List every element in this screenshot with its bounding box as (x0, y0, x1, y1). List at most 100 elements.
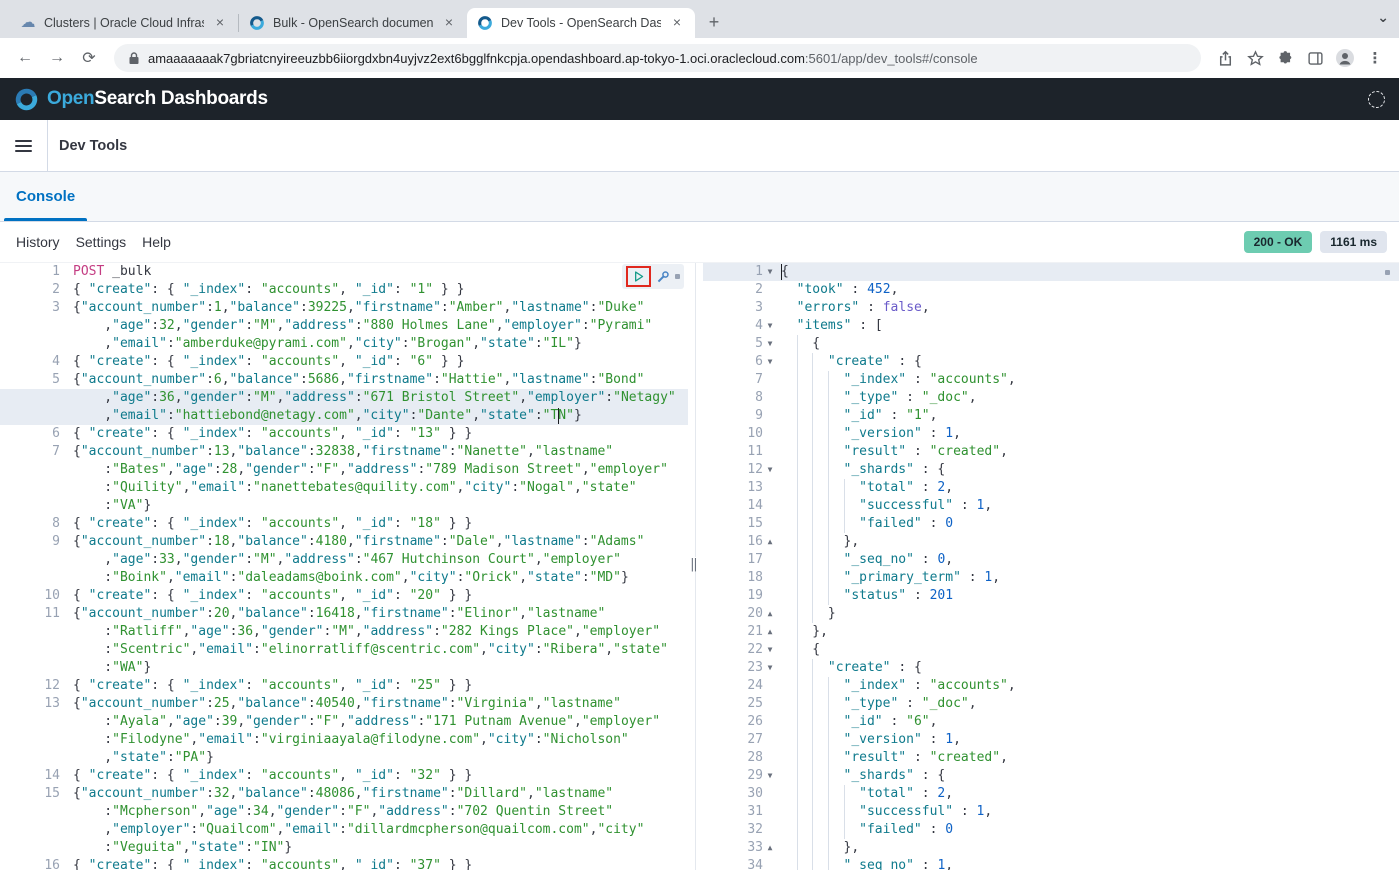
code-line[interactable]: :"Ayala","age":39,"gender":"F","address"… (0, 713, 688, 731)
code-line[interactable]: 7{"account_number":13,"balance":32838,"f… (0, 443, 688, 461)
code-line[interactable]: 10"_version" : 1, (703, 425, 1399, 443)
tenant-globe-icon[interactable] (1368, 91, 1385, 108)
request-editor[interactable]: 1POST _bulk2{ "create": { "_index": "acc… (0, 263, 688, 870)
code-line[interactable]: ,"employer":"Quailcom","email":"dillardm… (0, 821, 688, 839)
code-line[interactable]: 16{ "create": { "_index": "accounts", "_… (0, 857, 688, 870)
code-line[interactable]: 6▼"create" : { (703, 353, 1399, 371)
code-line[interactable]: 6{ "create": { "_index": "accounts", "_i… (0, 425, 688, 443)
code-line[interactable]: 34"_seq_no" : 1, (703, 857, 1399, 870)
fold-toggle-icon[interactable]: ▲ (763, 839, 777, 857)
code-line[interactable]: :"Quility","email":"nanettebates@quility… (0, 479, 688, 497)
back-icon[interactable]: ← (12, 45, 38, 71)
fold-toggle-icon[interactable]: ▼ (763, 767, 777, 785)
code-line[interactable]: :"Mcpherson","age":34,"gender":"F","addr… (0, 803, 688, 821)
code-line[interactable]: 22▼{ (703, 641, 1399, 659)
new-tab-button[interactable]: + (701, 9, 727, 35)
code-line[interactable]: :"Ratliff","age":36,"gender":"M","addres… (0, 623, 688, 641)
code-line[interactable]: 24"_index" : "accounts", (703, 677, 1399, 695)
response-editor[interactable]: 1▼{2"took" : 452,3"errors" : false,4▼"it… (703, 263, 1399, 870)
code-line[interactable]: 21▲}, (703, 623, 1399, 641)
fold-toggle-icon[interactable]: ▼ (763, 317, 777, 335)
code-line[interactable]: :"WA"} (0, 659, 688, 677)
code-line[interactable]: 23▼"create" : { (703, 659, 1399, 677)
fold-toggle-icon[interactable]: ▼ (763, 353, 777, 371)
profile-avatar[interactable] (1333, 46, 1357, 70)
code-line[interactable]: 33▲}, (703, 839, 1399, 857)
nav-menu-button[interactable] (0, 120, 47, 171)
code-line[interactable]: :"Boink","email":"daleadams@boink.com","… (0, 569, 688, 587)
code-line[interactable]: 8"_type" : "_doc", (703, 389, 1399, 407)
code-line[interactable]: 5▼{ (703, 335, 1399, 353)
code-line[interactable]: 16▲}, (703, 533, 1399, 551)
code-line[interactable]: 2"took" : 452, (703, 281, 1399, 299)
code-line[interactable]: 7"_index" : "accounts", (703, 371, 1399, 389)
fold-toggle-icon[interactable]: ▲ (763, 605, 777, 623)
code-line[interactable]: 15"failed" : 0 (703, 515, 1399, 533)
code-line[interactable]: 13"total" : 2, (703, 479, 1399, 497)
close-icon[interactable]: × (441, 15, 457, 31)
panel-splitter[interactable]: ‖ (688, 263, 703, 870)
browser-tab-dev-tools[interactable]: Dev Tools - OpenSearch Dashb × (467, 8, 695, 38)
send-request-button[interactable] (632, 270, 645, 283)
code-line[interactable]: 12{ "create": { "_index": "accounts", "_… (0, 677, 688, 695)
code-line[interactable]: 1POST _bulk (0, 263, 688, 281)
code-line[interactable]: 12▼"_shards" : { (703, 461, 1399, 479)
code-line[interactable]: 9{"account_number":18,"balance":4180,"fi… (0, 533, 688, 551)
code-line[interactable]: 31"successful" : 1, (703, 803, 1399, 821)
code-line[interactable]: 4▼"items" : [ (703, 317, 1399, 335)
code-line[interactable]: 10{ "create": { "_index": "accounts", "_… (0, 587, 688, 605)
code-line[interactable]: ,"email":"amberduke@pyrami.com","city":"… (0, 335, 688, 353)
opensearch-logo[interactable]: OpenSearch Dashboards (14, 87, 268, 112)
kebab-menu-icon[interactable]: ⋮ (1363, 46, 1387, 70)
tab-console[interactable]: Console (16, 172, 75, 221)
code-line[interactable]: 8{ "create": { "_index": "accounts", "_i… (0, 515, 688, 533)
code-line[interactable]: :"Filodyne","email":"virginiaayala@filod… (0, 731, 688, 749)
code-line[interactable]: ,"age":32,"gender":"M","address":"880 Ho… (0, 317, 688, 335)
code-line[interactable]: 30"total" : 2, (703, 785, 1399, 803)
code-line[interactable]: 19"status" : 201 (703, 587, 1399, 605)
forward-icon[interactable]: → (44, 45, 70, 71)
code-line[interactable]: ,"age":36,"gender":"M","address":"671 Br… (0, 389, 688, 407)
fold-toggle-icon[interactable]: ▼ (763, 461, 777, 479)
fold-toggle-icon[interactable]: ▼ (763, 335, 777, 353)
code-line[interactable]: 17"_seq_no" : 0, (703, 551, 1399, 569)
browser-tab-clusters[interactable]: ☁ Clusters | Oracle Cloud Infrastr × (10, 8, 238, 38)
code-line[interactable]: ,"age":33,"gender":"M","address":"467 Hu… (0, 551, 688, 569)
code-line[interactable]: 14"successful" : 1, (703, 497, 1399, 515)
code-line[interactable]: 28"result" : "created", (703, 749, 1399, 767)
splitter-handle-icon[interactable]: ‖ (690, 557, 698, 572)
menu-help[interactable]: Help (142, 234, 171, 250)
code-line[interactable]: 11{"account_number":20,"balance":16418,"… (0, 605, 688, 623)
code-line[interactable]: 2{ "create": { "_index": "accounts", "_i… (0, 281, 688, 299)
extensions-puzzle-icon[interactable] (1273, 46, 1297, 70)
code-line[interactable]: 3{"account_number":1,"balance":39225,"fi… (0, 299, 688, 317)
close-icon[interactable]: × (669, 15, 685, 31)
code-line[interactable]: 15{"account_number":32,"balance":48086,"… (0, 785, 688, 803)
bookmark-star-icon[interactable] (1243, 46, 1267, 70)
fold-toggle-icon[interactable]: ▲ (763, 533, 777, 551)
chevron-down-icon[interactable]: ⌄ (1377, 9, 1389, 26)
menu-settings[interactable]: Settings (76, 234, 127, 250)
fold-toggle-icon[interactable]: ▼ (763, 659, 777, 677)
menu-history[interactable]: History (16, 234, 60, 250)
code-line[interactable]: :"Scentric","email":"elinorratliff@scent… (0, 641, 688, 659)
code-line[interactable]: 32"failed" : 0 (703, 821, 1399, 839)
browser-tab-bulk-docs[interactable]: Bulk - OpenSearch documenta × (239, 8, 467, 38)
code-line[interactable]: :"Bates","age":28,"gender":"F","address"… (0, 461, 688, 479)
share-icon[interactable] (1213, 46, 1237, 70)
code-line[interactable]: 27"_version" : 1, (703, 731, 1399, 749)
code-line[interactable]: 18"_primary_term" : 1, (703, 569, 1399, 587)
code-line[interactable]: ,"email":"hattiebond@netagy.com","city":… (0, 407, 688, 425)
editor-options-icon[interactable] (1385, 270, 1390, 275)
code-line[interactable]: 1▼{ (703, 263, 1399, 281)
code-line[interactable]: 14{ "create": { "_index": "accounts", "_… (0, 767, 688, 785)
code-line[interactable]: :"Veguita","state":"IN"} (0, 839, 688, 857)
code-line[interactable]: 9"_id" : "1", (703, 407, 1399, 425)
code-line[interactable]: 11"result" : "created", (703, 443, 1399, 461)
code-line[interactable]: 20▲} (703, 605, 1399, 623)
fold-toggle-icon[interactable]: ▲ (763, 623, 777, 641)
wrench-icon[interactable] (656, 270, 670, 284)
code-line[interactable]: ,"state":"PA"} (0, 749, 688, 767)
code-line[interactable]: 5{"account_number":6,"balance":5686,"fir… (0, 371, 688, 389)
code-line[interactable]: 26"_id" : "6", (703, 713, 1399, 731)
